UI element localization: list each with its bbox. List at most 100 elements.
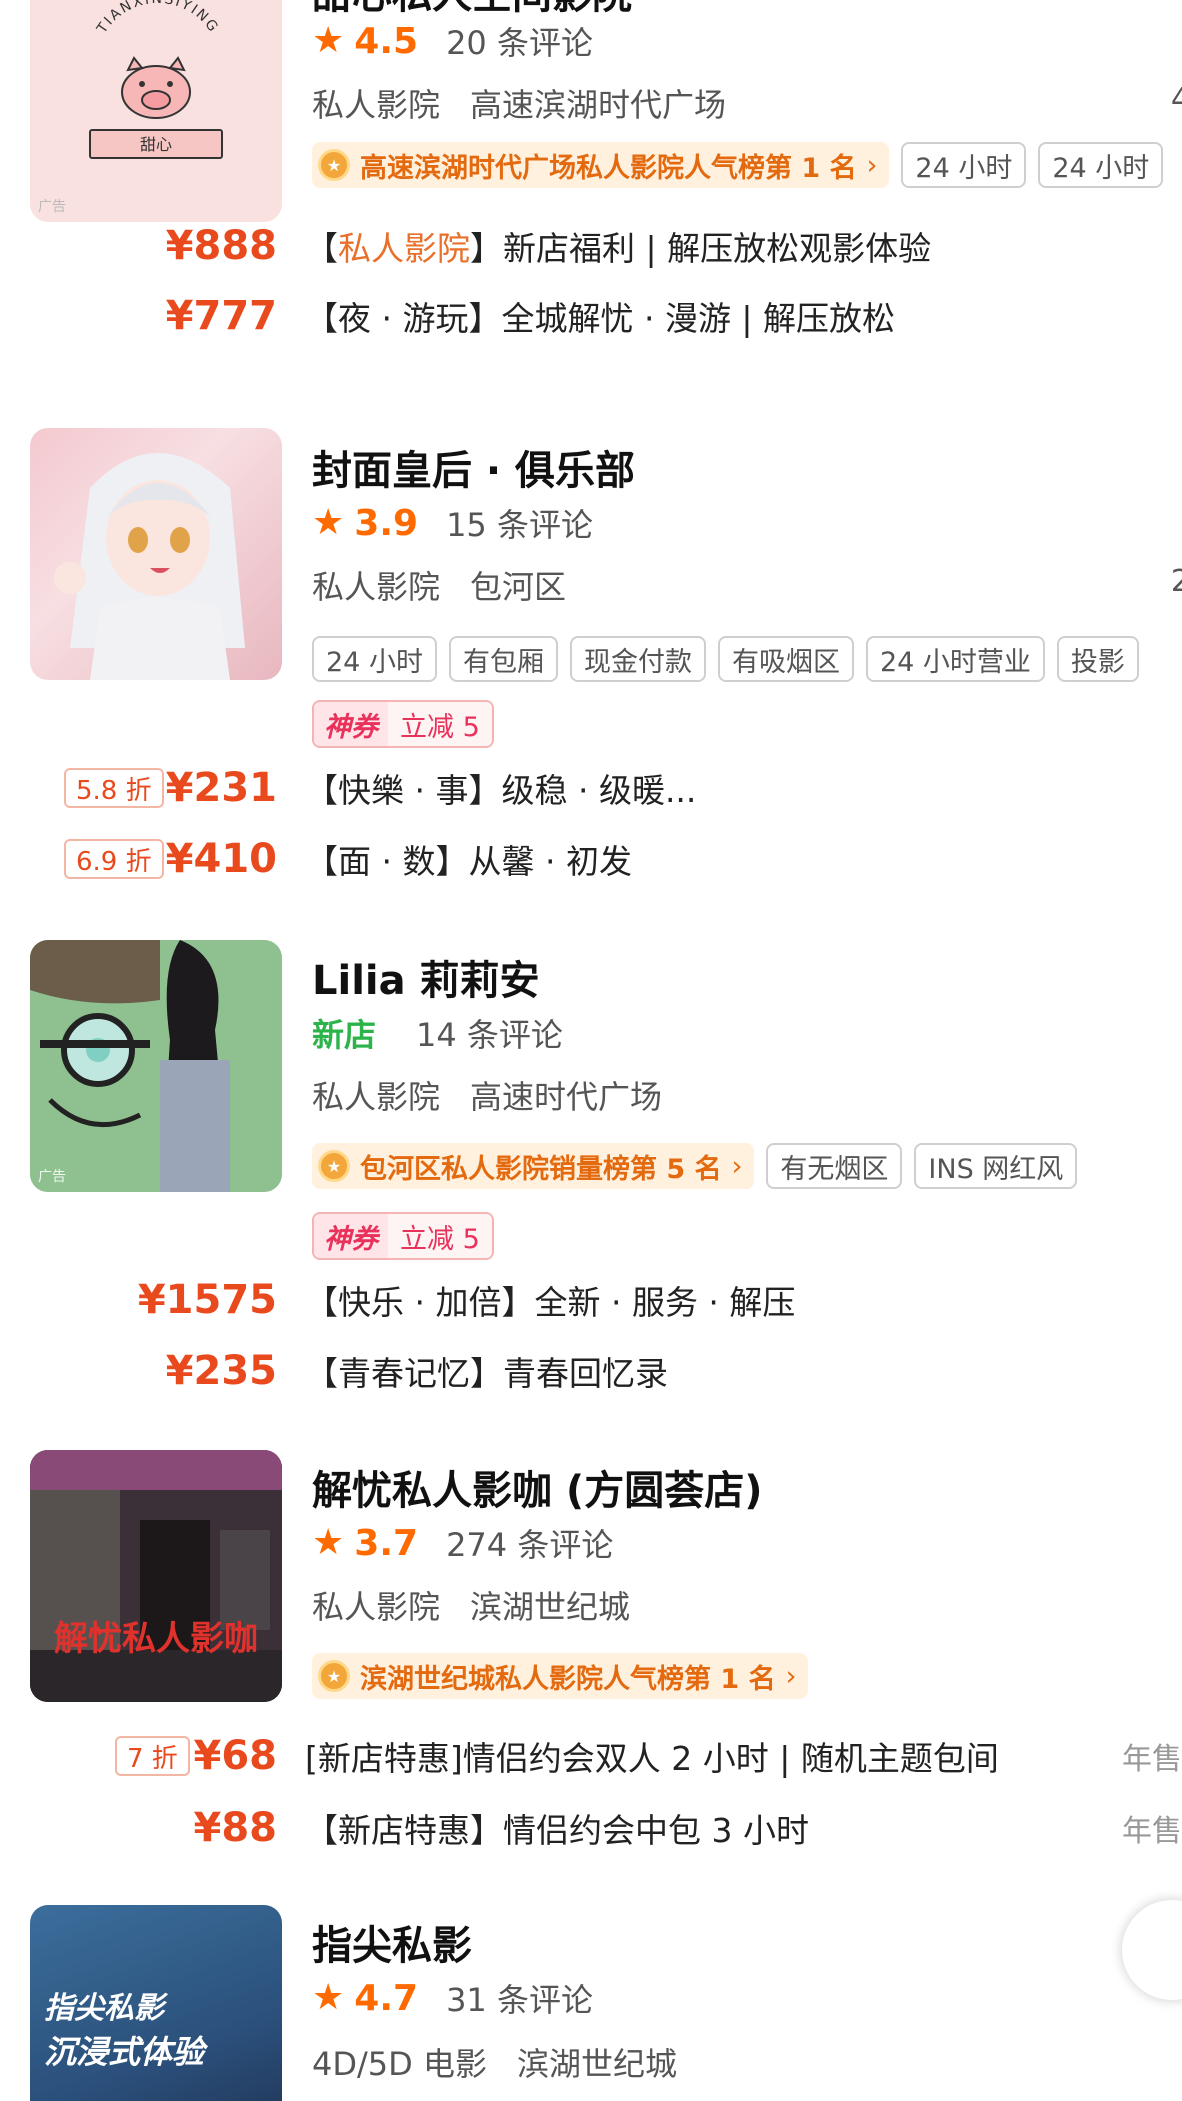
deal-price: ¥888 — [165, 223, 277, 269]
shop-category: 私人影院 — [312, 1588, 441, 1626]
tag-row: ★ 滨湖世纪城私人影院人气榜第 1 名 › — [312, 1653, 1182, 1701]
discount-badge: 5.8 折 — [64, 768, 164, 808]
shop-photo-image — [30, 940, 282, 1192]
review-count[interactable]: 31 条评论 — [446, 1975, 593, 2021]
star-icon: ★ — [312, 1977, 345, 2018]
shop-meta: 私人影院 高速滨湖时代广场 — [312, 80, 726, 126]
discount-badge: 7 折 — [115, 1736, 190, 1776]
deal-row[interactable]: 7 折 ¥68 [新店特惠]情侣约会双人 2 小时 | 随机主题包间 年售 — [0, 1728, 1182, 1784]
rating-line: ★ 4.5 20 条评论 — [312, 16, 593, 66]
deal-price: ¥235 — [165, 1348, 277, 1394]
rating-score: 4.5 — [354, 20, 419, 62]
tag-row: ★ 高速滨湖时代广场私人影院人气榜第 1 名 › 24 小时 24 小时 — [312, 142, 1182, 190]
distance-clip: 4 — [1170, 82, 1182, 117]
deal-row[interactable]: ¥888 【私人影院 】新店福利 | 解压放松观影体验 — [0, 218, 1182, 274]
shop-category: 私人影院 — [312, 1078, 441, 1116]
review-count[interactable]: 14 条评论 — [416, 1010, 563, 1056]
coupon-text: 立减 5 — [388, 702, 492, 746]
shop-card[interactable]: 指尖私影 沉浸式体验 指尖私影 ★ 4.7 31 条评论 4D/5D 电影 滨湖世… — [0, 1905, 1182, 2101]
shop-meta: 私人影院 包河区 — [312, 562, 566, 608]
review-count[interactable]: 20 条评论 — [446, 18, 593, 64]
rating-score: 4.7 — [354, 1977, 419, 2019]
deal-row[interactable]: ¥88 【新店特惠】情侣约会中包 3 小时 年售 — [0, 1800, 1182, 1856]
deal-description: 【青春记忆】青春回忆录 — [305, 1354, 668, 1393]
tag: 现金付款 — [569, 636, 706, 682]
tag: 24 小时 — [312, 636, 437, 682]
shop-meta: 4D/5D 电影 滨湖世纪城 — [312, 2039, 677, 2085]
coupon-brand: 神券 — [314, 1214, 388, 1258]
deal-row[interactable]: ¥777 【夜 · 游玩】全城解忧 · 漫游 | 解压放松 — [0, 288, 1182, 344]
tag: 有吸烟区 — [717, 636, 854, 682]
star-icon: ★ — [312, 502, 345, 543]
deal-description: [新店特惠]情侣约会双人 2 小时 | 随机主题包间 — [305, 1739, 999, 1778]
medal-icon: ★ — [318, 149, 350, 181]
shop-title[interactable]: 封面皇后 · 俱乐部 — [312, 438, 635, 496]
chevron-right-icon: › — [785, 1660, 797, 1692]
rating-line: ★ 3.7 274 条评论 — [312, 1518, 613, 1568]
shop-meta: 私人影院 滨湖世纪城 — [312, 1582, 630, 1628]
deal-description: 【面 · 数】从馨 · 初发 — [305, 842, 632, 881]
coupon-brand: 神券 — [314, 702, 388, 746]
new-store-label: 新店 — [312, 1016, 377, 1054]
shop-card[interactable]: TIANXINSIYING 甜心 广告 甜心私人空间影院 ★ 4.5 20 条评… — [0, 0, 1182, 360]
rating-score: 3.7 — [354, 1522, 419, 1564]
thumb-caption: 沉浸式体验 — [44, 2033, 205, 2071]
rating-score: 3.9 — [354, 502, 419, 544]
shop-card[interactable]: 封面皇后 · 俱乐部 ★ 3.9 15 条评论 私人影院 包河区 2 24 小时 … — [0, 428, 1182, 882]
rank-badge[interactable]: ★ 滨湖世纪城私人影院人气榜第 1 名 › — [312, 1653, 809, 1699]
shop-thumbnail[interactable]: 指尖私影 沉浸式体验 — [30, 1905, 282, 2101]
deal-row[interactable]: 5.8 折 ¥231 【快樂 · 事】级稳 · 级暖... — [0, 760, 1182, 816]
tag: 有包厢 — [448, 636, 558, 682]
review-count[interactable]: 274 条评论 — [446, 1520, 613, 1566]
shop-area: 包河区 — [470, 568, 567, 606]
rank-badge[interactable]: ★ 包河区私人影院销量榜第 5 名 › — [312, 1143, 755, 1189]
deal-price: ¥777 — [165, 293, 277, 339]
deal-row[interactable]: ¥1575 【快乐 · 加倍】全新 · 服务 · 解压 — [0, 1272, 1182, 1328]
shop-meta: 私人影院 高速时代广场 — [312, 1072, 662, 1118]
deal-price: ¥1575 — [137, 1277, 277, 1323]
shop-category: 4D/5D 电影 — [312, 2045, 487, 2083]
star-icon: ★ — [312, 1522, 345, 1563]
review-count[interactable]: 15 条评论 — [446, 500, 593, 546]
shop-card[interactable]: 广告 Lilia 莉莉安 新店 14 条评论 私人影院 高速时代广场 ★ 包河区私… — [0, 940, 1182, 1394]
tag: INS 网红风 — [914, 1143, 1078, 1189]
medal-icon: ★ — [318, 1150, 350, 1182]
shop-area: 滨湖世纪城 — [516, 2045, 677, 2083]
discount-badge: 6.9 折 — [64, 839, 164, 879]
deal-price: ¥231 — [165, 765, 277, 811]
chevron-right-icon: › — [866, 149, 878, 181]
svg-text:甜心: 甜心 — [140, 135, 172, 154]
deal-description: 【私人影院 】新店福利 | 解压放松观影体验 — [305, 229, 932, 268]
shop-category: 私人影院 — [312, 568, 441, 606]
shop-area: 高速滨湖时代广场 — [470, 86, 727, 124]
deal-price: ¥410 — [165, 836, 277, 882]
deal-price: ¥88 — [193, 1805, 278, 1851]
anime-girl-image — [54, 453, 245, 680]
sold-count: 年售 — [1122, 1742, 1182, 1777]
deal-price: ¥68 — [193, 1733, 278, 1779]
tag-row: 24 小时 有包厢 现金付款 有吸烟区 24 小时营业 投影 — [312, 636, 1182, 684]
deal-row[interactable]: 6.9 折 ¥410 【面 · 数】从馨 · 初发 — [0, 831, 1182, 887]
rank-text: 滨湖世纪城私人影院人气榜第 1 名 — [360, 1663, 776, 1695]
shop-area: 高速时代广场 — [470, 1078, 663, 1116]
rating-line: 新店 14 条评论 — [312, 1008, 563, 1058]
rating-line: ★ 3.9 15 条评论 — [312, 498, 593, 548]
shop-area: 滨湖世纪城 — [470, 1588, 631, 1626]
shop-thumbnail[interactable]: TIANXINSIYING 甜心 广告 — [30, 0, 282, 222]
shop-title[interactable]: Lilia 莉莉安 — [312, 948, 540, 1006]
deal-row[interactable]: ¥235 【青春记忆】青春回忆录 — [0, 1343, 1182, 1399]
svg-text:解忧私人影咖: 解忧私人影咖 — [54, 1619, 258, 1659]
coupon-text: 立减 5 — [388, 1214, 492, 1258]
shop-title[interactable]: 解忧私人影咖 (方圆荟店) — [312, 1458, 763, 1516]
shop-thumbnail[interactable]: 解忧私人影咖 — [30, 1450, 282, 1702]
star-icon: ★ — [312, 20, 345, 61]
shop-thumbnail[interactable]: 广告 — [30, 940, 282, 1192]
rank-badge[interactable]: ★ 高速滨湖时代广场私人影院人气榜第 1 名 › — [312, 142, 890, 188]
thumb-caption: 指尖私影 — [44, 1991, 164, 2026]
coupon-badge[interactable]: 神券 立减 5 — [312, 700, 494, 748]
shop-card[interactable]: 解忧私人影咖 解忧私人影咖 (方圆荟店) ★ 3.7 274 条评论 私人影院滨… — [0, 1450, 1182, 1860]
coupon-badge[interactable]: 神券 立减 5 — [312, 1212, 494, 1260]
tag: 24 小时 — [1038, 142, 1164, 188]
shop-title[interactable]: 指尖私影 — [312, 1913, 472, 1971]
shop-thumbnail[interactable] — [30, 428, 282, 680]
